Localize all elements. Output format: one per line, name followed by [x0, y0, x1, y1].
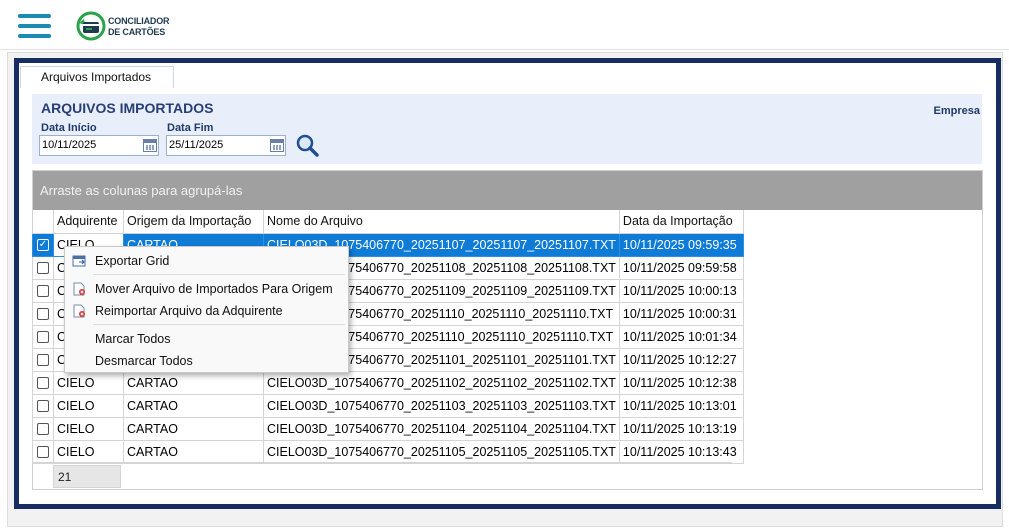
cell-nome-arquivo: CIELO03D_1075406770_20251102_20251102_20… — [263, 370, 620, 395]
cell-data-importacao: 10/11/2025 10:13:43 — [618, 439, 744, 464]
table-header-row: Adquirente Origem da Importação Nome do … — [32, 210, 744, 234]
move-file-icon — [73, 282, 85, 296]
logo-text: CONCILIADOR DE CARTÕES — [108, 16, 170, 37]
start-date-input[interactable]: 10/11/2025 — [39, 135, 159, 156]
row-checkbox[interactable] — [37, 331, 49, 344]
table-row[interactable]: CIELO CARTAO CIELO03D_1075406770_20251104_… — [32, 416, 744, 441]
row-checkbox-cell — [32, 324, 54, 349]
cell-adquirente: CIELO — [53, 416, 124, 441]
menu-item-desmarcar-todos[interactable]: Desmarcar Todos — [65, 350, 348, 372]
menu-item-marcar-todos[interactable]: Marcar Todos — [65, 328, 348, 350]
row-checkbox[interactable] — [37, 446, 49, 459]
row-checkbox-cell — [32, 439, 54, 464]
row-count: 21 — [53, 465, 121, 488]
column-header-nome-arquivo[interactable]: Nome do Arquivo — [263, 210, 620, 234]
row-checkbox-cell — [32, 416, 54, 441]
group-by-bar[interactable]: Arraste as colunas para agrupá-las — [33, 171, 982, 210]
row-checkbox-cell — [32, 255, 54, 280]
menu-item-label: Mover Arquivo de Importados Para Origem — [95, 282, 333, 296]
cell-nome-arquivo: CIELO03D_1075406770_20251104_20251104_20… — [263, 416, 620, 441]
table-row[interactable]: CIELO CARTAO CIELO03D_1075406770_20251102_… — [32, 370, 744, 395]
cell-data-importacao: 10/11/2025 10:01:34 — [618, 324, 744, 349]
export-grid-icon — [72, 255, 86, 267]
cell-origem: CARTAO — [123, 370, 264, 395]
row-checkbox-cell — [32, 278, 54, 303]
top-bar: CONCILIADOR DE CARTÕES — [0, 0, 1009, 50]
cell-nome-arquivo: CIELO03D_1075406770_20251105_20251105_20… — [263, 439, 620, 464]
header-checkbox-cell — [32, 210, 54, 234]
cell-origem: CARTAO — [123, 393, 264, 418]
page-title: ARQUIVOS IMPORTADOS — [41, 100, 214, 116]
cell-origem: CARTAO — [123, 439, 264, 464]
cell-adquirente: CIELO — [53, 439, 124, 464]
reimport-file-icon — [73, 304, 85, 318]
row-checkbox-cell — [32, 393, 54, 418]
menu-item-reimportar-arquivo[interactable]: Reimportar Arquivo da Adquirente — [65, 300, 348, 322]
grid-footer — [32, 462, 732, 490]
row-checkbox[interactable] — [37, 354, 49, 367]
cell-adquirente: CIELO — [53, 393, 124, 418]
row-checkbox-cell — [32, 347, 54, 372]
column-header-adquirente[interactable]: Adquirente — [53, 210, 124, 234]
menu-item-label: Desmarcar Todos — [95, 354, 193, 368]
row-checkbox[interactable] — [37, 262, 49, 275]
cell-data-importacao: 10/11/2025 10:12:38 — [618, 370, 744, 395]
table-row[interactable]: CIELO CARTAO CIELO03D_1075406770_20251105_… — [32, 439, 744, 464]
cell-data-importacao: 10/11/2025 10:00:31 — [618, 301, 744, 326]
start-date-label: Data Início — [41, 122, 97, 134]
cell-data-importacao: 10/11/2025 10:13:19 — [618, 416, 744, 441]
context-menu: Exportar Grid Mover Arquivo de Importado… — [64, 246, 349, 373]
row-checkbox[interactable] — [37, 400, 49, 413]
cell-origem: CARTAO — [123, 416, 264, 441]
menu-item-label: Marcar Todos — [95, 332, 171, 346]
cell-data-importacao: 10/11/2025 09:59:58 — [618, 255, 744, 280]
menu-item-label: Reimportar Arquivo da Adquirente — [95, 304, 283, 318]
row-checkbox-cell: ✓ — [32, 232, 54, 257]
column-header-origem[interactable]: Origem da Importação — [123, 210, 264, 234]
row-checkbox[interactable]: ✓ — [37, 239, 49, 252]
end-date-input[interactable]: 25/11/2025 — [166, 135, 286, 156]
menu-item-label: Exportar Grid — [95, 254, 170, 268]
cell-data-importacao: 10/11/2025 10:13:01 — [618, 393, 744, 418]
row-checkbox[interactable] — [37, 377, 49, 390]
row-checkbox[interactable] — [37, 285, 49, 298]
cell-data-importacao: 10/11/2025 09:59:35 — [618, 232, 744, 257]
cell-nome-arquivo: CIELO03D_1075406770_20251103_20251103_20… — [263, 393, 620, 418]
column-header-data-importacao[interactable]: Data da Importação — [618, 210, 744, 234]
cell-data-importacao: 10/11/2025 10:00:13 — [618, 278, 744, 303]
row-checkbox[interactable] — [37, 308, 49, 321]
calendar-icon[interactable] — [270, 139, 284, 152]
cell-adquirente: CIELO — [53, 370, 124, 395]
row-checkbox-cell — [32, 370, 54, 395]
search-icon[interactable] — [295, 133, 319, 157]
hamburger-icon[interactable] — [18, 14, 51, 41]
row-checkbox[interactable] — [37, 423, 49, 436]
menu-item-mover-arquivo[interactable]: Mover Arquivo de Importados Para Origem — [65, 278, 348, 300]
cell-data-importacao: 10/11/2025 10:12:27 — [618, 347, 744, 372]
end-date-label: Data Fim — [167, 122, 214, 134]
calendar-icon[interactable] — [143, 139, 157, 152]
table-row[interactable]: CIELO CARTAO CIELO03D_1075406770_20251103_… — [32, 393, 744, 418]
menu-item-exportar-grid[interactable]: Exportar Grid — [65, 250, 348, 272]
logo-icon — [76, 11, 106, 41]
empresa-label[interactable]: Empresa — [934, 105, 980, 117]
tab-arquivos-importados[interactable]: Arquivos Importados — [20, 66, 174, 88]
row-checkbox-cell — [32, 301, 54, 326]
